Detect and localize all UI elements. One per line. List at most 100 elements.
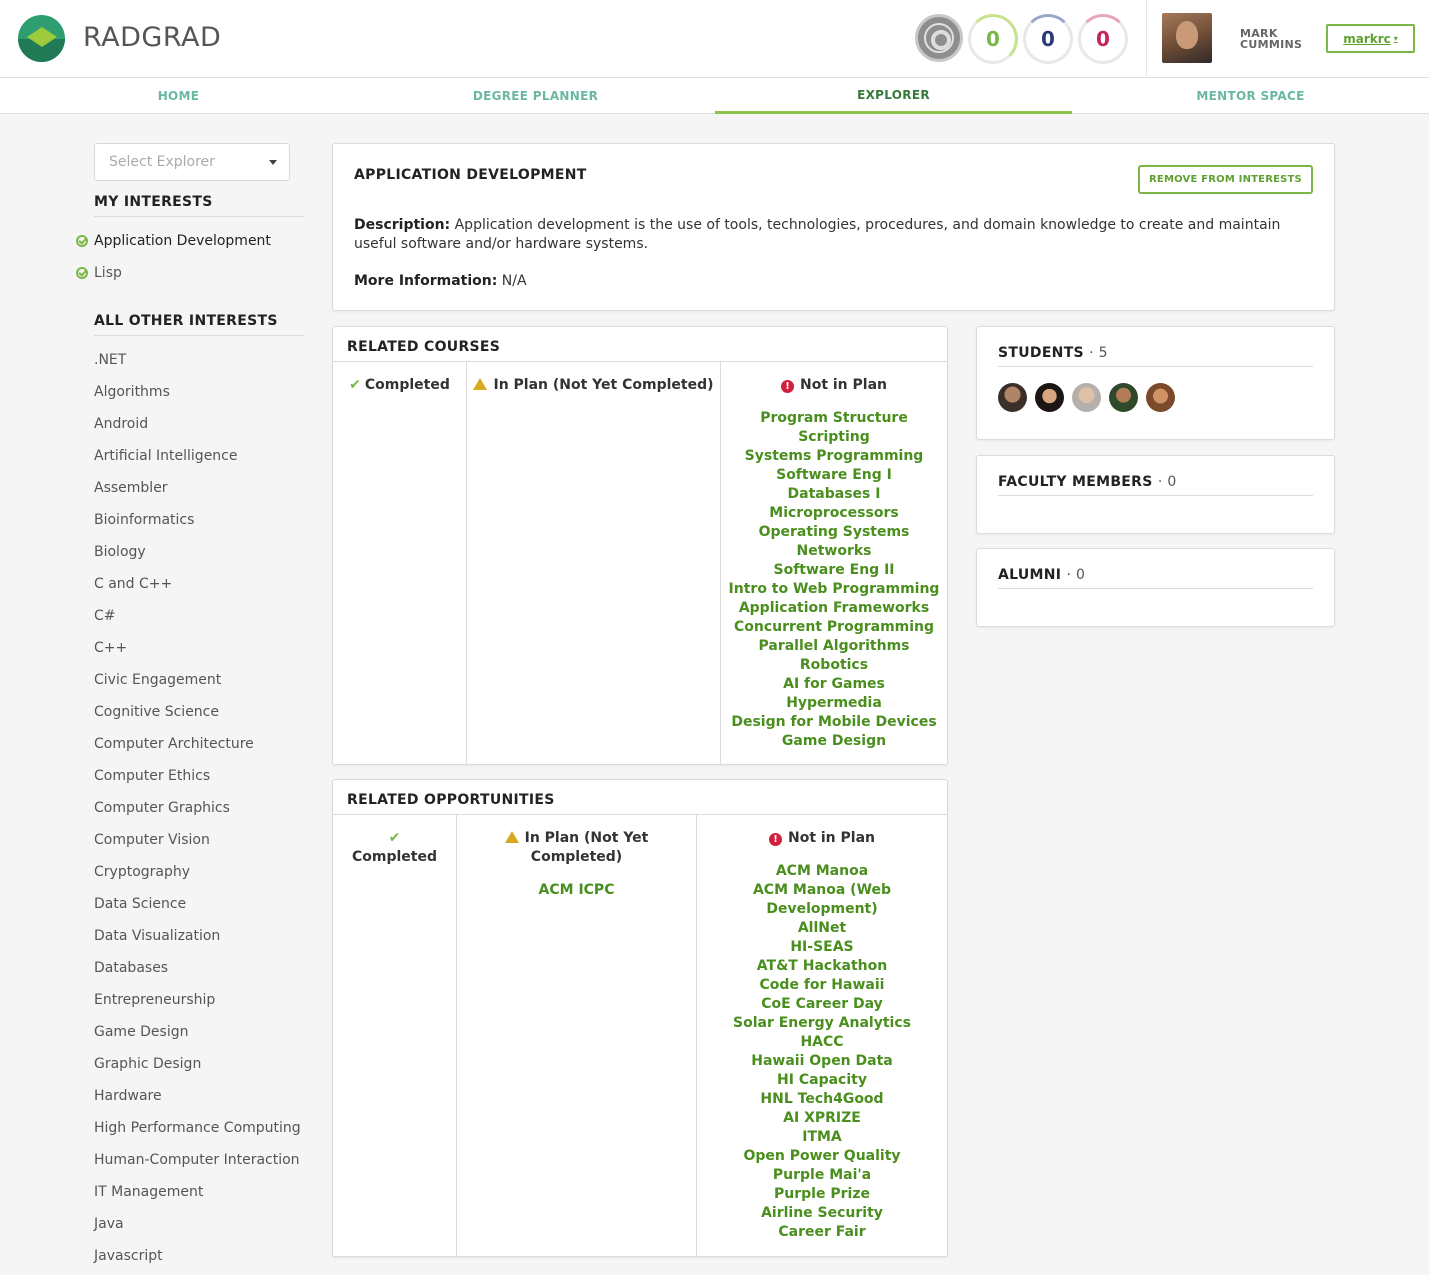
related-item-link[interactable]: Code for Hawaii: [697, 976, 947, 995]
my-interest-item[interactable]: Application Development: [76, 233, 271, 249]
student-avatar[interactable]: [1072, 383, 1101, 412]
level-gear-icon[interactable]: [915, 14, 963, 62]
interest-link[interactable]: Artificial Intelligence: [94, 448, 238, 464]
interest-title: APPLICATION DEVELOPMENT: [354, 167, 587, 183]
related-item-link[interactable]: AI XPRIZE: [697, 1109, 947, 1128]
opps-inplan-header: In Plan (Not Yet Completed): [457, 829, 696, 867]
related-item-link[interactable]: AT&T Hackathon: [697, 957, 947, 976]
interest-link[interactable]: Algorithms: [94, 384, 170, 400]
related-item-link[interactable]: Networks: [721, 542, 947, 561]
interest-link[interactable]: Databases: [94, 960, 168, 976]
related-item-link[interactable]: HI-SEAS: [697, 938, 947, 957]
related-item-link[interactable]: Parallel Algorithms: [721, 637, 947, 656]
interest-link[interactable]: Civic Engagement: [94, 672, 221, 688]
related-item-link[interactable]: HNL Tech4Good: [697, 1090, 947, 1109]
interest-link[interactable]: Android: [94, 416, 148, 432]
interest-link[interactable]: Biology: [94, 544, 146, 560]
interest-link[interactable]: IT Management: [94, 1184, 203, 1200]
related-item-link[interactable]: Microprocessors: [721, 504, 947, 523]
student-avatar[interactable]: [998, 383, 1027, 412]
related-item-link[interactable]: Game Design: [721, 732, 947, 751]
related-item-link[interactable]: AI for Games: [721, 675, 947, 694]
related-item-link[interactable]: Software Eng I: [721, 466, 947, 485]
student-avatar[interactable]: [1109, 383, 1138, 412]
related-item-link[interactable]: Hypermedia: [721, 694, 947, 713]
related-item-link[interactable]: Purple Mai'a: [697, 1166, 947, 1185]
interest-link[interactable]: Javascript: [94, 1248, 163, 1264]
interest-link[interactable]: Computer Ethics: [94, 768, 210, 784]
related-item-link[interactable]: CoE Career Day: [697, 995, 947, 1014]
ice-experience-score[interactable]: 0: [1078, 14, 1128, 64]
interest-link[interactable]: Game Design: [94, 1024, 188, 1040]
student-avatar[interactable]: [1035, 383, 1064, 412]
interest-link[interactable]: Human-Computer Interaction: [94, 1152, 300, 1168]
related-item-link[interactable]: Hawaii Open Data: [697, 1052, 947, 1071]
related-item-link[interactable]: ITMA: [697, 1128, 947, 1147]
my-interest-label: Application Development: [94, 233, 271, 249]
interest-link[interactable]: Cognitive Science: [94, 704, 219, 720]
related-item-link[interactable]: Databases I: [721, 485, 947, 504]
interest-link[interactable]: Computer Architecture: [94, 736, 254, 752]
my-interest-item[interactable]: Lisp: [76, 265, 122, 281]
related-item-link[interactable]: Airline Security: [697, 1204, 947, 1223]
tab-explorer[interactable]: EXPLORER: [715, 78, 1072, 114]
interest-link[interactable]: Computer Vision: [94, 832, 210, 848]
related-item-link[interactable]: Robotics: [721, 656, 947, 675]
related-item-link[interactable]: Systems Programming: [721, 447, 947, 466]
related-item-link[interactable]: Operating Systems: [721, 523, 947, 542]
interest-link[interactable]: C++: [94, 640, 127, 656]
related-item-link[interactable]: ACM Manoa (Web: [697, 881, 947, 900]
interest-link[interactable]: Entrepreneurship: [94, 992, 215, 1008]
radgrad-logo-icon[interactable]: [18, 15, 65, 62]
interest-link[interactable]: Java: [94, 1216, 124, 1232]
related-item-link[interactable]: Concurrent Programming: [721, 618, 947, 637]
related-item-link[interactable]: Design for Mobile Devices: [721, 713, 947, 732]
explorer-select[interactable]: Select Explorer: [94, 143, 290, 181]
interest-link[interactable]: High Performance Computing: [94, 1120, 301, 1136]
ice-competency-score[interactable]: 0: [1023, 14, 1073, 64]
related-item-link[interactable]: AllNet: [697, 919, 947, 938]
interest-link[interactable]: Cryptography: [94, 864, 190, 880]
check-circle-icon: [76, 235, 88, 247]
interest-link[interactable]: Bioinformatics: [94, 512, 194, 528]
related-item-link[interactable]: Development): [697, 900, 947, 919]
related-opportunities-title: RELATED OPPORTUNITIES: [347, 792, 555, 808]
faculty-heading: FACULTY MEMBERS · 0: [998, 474, 1313, 496]
related-item-link[interactable]: Intro to Web Programming: [721, 580, 947, 599]
interest-link[interactable]: Hardware: [94, 1088, 162, 1104]
interest-link[interactable]: C and C++: [94, 576, 172, 592]
tab-degree-planner[interactable]: DEGREE PLANNER: [357, 78, 714, 114]
interest-link[interactable]: Graphic Design: [94, 1056, 201, 1072]
related-item-link[interactable]: HI Capacity: [697, 1071, 947, 1090]
courses-notinplan-header: ! Not in Plan: [721, 376, 947, 395]
tab-home[interactable]: HOME: [0, 78, 357, 114]
alumni-title: ALUMNI: [998, 567, 1062, 583]
related-item-link[interactable]: HACC: [697, 1033, 947, 1052]
interest-link[interactable]: Data Science: [94, 896, 186, 912]
alumni-heading: ALUMNI · 0: [998, 567, 1313, 589]
related-item-link[interactable]: Software Eng II: [721, 561, 947, 580]
remove-from-interests-button[interactable]: REMOVE FROM INTERESTS: [1138, 165, 1313, 194]
related-item-link[interactable]: Program Structure: [721, 409, 947, 428]
interest-link[interactable]: .NET: [94, 352, 126, 368]
ice-innovation-score[interactable]: 0: [968, 14, 1018, 64]
user-menu-button[interactable]: markrc ▾: [1326, 24, 1415, 53]
user-menu-label: markrc: [1343, 31, 1391, 46]
related-item-link[interactable]: ACM Manoa: [697, 862, 947, 881]
interest-link[interactable]: Data Visualization: [94, 928, 220, 944]
student-avatar[interactable]: [1146, 383, 1175, 412]
tab-mentor-space[interactable]: MENTOR SPACE: [1072, 78, 1429, 114]
interest-link[interactable]: C#: [94, 608, 116, 624]
my-interests-heading: MY INTERESTS: [94, 194, 304, 217]
related-item-link[interactable]: Scripting: [721, 428, 947, 447]
related-item-link[interactable]: Open Power Quality: [697, 1147, 947, 1166]
interest-link[interactable]: Computer Graphics: [94, 800, 230, 816]
related-item-link[interactable]: Purple Prize: [697, 1185, 947, 1204]
interest-link[interactable]: Assembler: [94, 480, 168, 496]
related-item-link[interactable]: ACM ICPC: [457, 881, 696, 900]
related-item-link[interactable]: Solar Energy Analytics: [697, 1014, 947, 1033]
brand-name[interactable]: RADGRAD: [83, 22, 221, 53]
related-item-link[interactable]: Career Fair: [697, 1223, 947, 1242]
related-item-link[interactable]: Application Frameworks: [721, 599, 947, 618]
user-avatar[interactable]: [1162, 13, 1212, 63]
